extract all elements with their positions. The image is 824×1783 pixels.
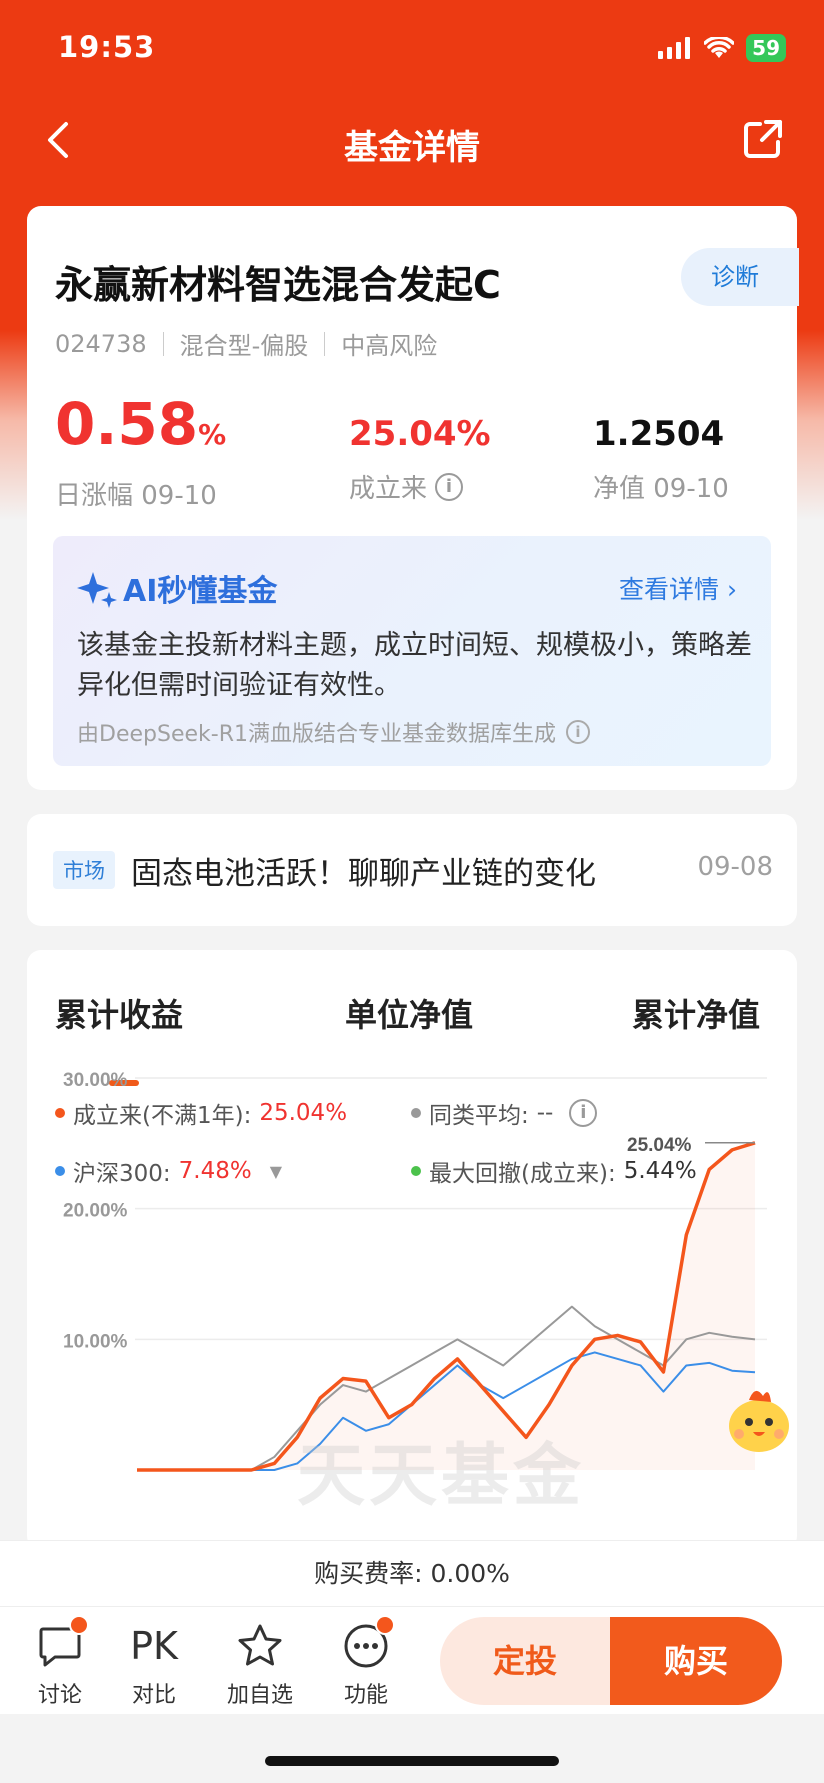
performance-chart-card: 累计收益 单位净值 累计净值 成立来(不满1年): 25.04% 同类平均: -- … bbox=[27, 950, 797, 1550]
daily-change-value: 0.58% bbox=[55, 392, 226, 467]
more-dots-icon bbox=[341, 1615, 395, 1671]
share-icon[interactable] bbox=[740, 116, 786, 162]
y-tick-label: 30.00% bbox=[63, 1070, 128, 1091]
fund-code: 024738 bbox=[55, 329, 147, 358]
news-title: 固态电池活跃！聊聊产业链的变化 bbox=[131, 856, 596, 892]
end-value-label: 25.04% bbox=[627, 1135, 692, 1156]
divider bbox=[324, 331, 326, 356]
star-icon bbox=[235, 1621, 285, 1671]
compare-label: 对比 bbox=[131, 1683, 176, 1708]
mascot-icon[interactable] bbox=[719, 1380, 799, 1460]
ai-more-link[interactable]: 查看详情 › bbox=[619, 570, 737, 606]
fund-name: 永赢新材料智选混合发起C bbox=[55, 263, 501, 307]
chart-labels: 30.00% 20.00% 10.00% 25.04% bbox=[63, 1070, 755, 1352]
nav-value: 1.2504 bbox=[593, 414, 725, 454]
ai-summary-box[interactable]: AI秒懂基金 查看详情 › 该基金主投新材料主题，成立时间短、规模极小，策略差异… bbox=[53, 536, 771, 766]
since-inception-value: 25.04% bbox=[349, 414, 491, 454]
ai-title-row: AI秒懂基金 bbox=[77, 566, 277, 610]
page-title: 基金详情 bbox=[344, 128, 480, 168]
action-buttons: 定投 购买 bbox=[440, 1617, 782, 1705]
sparkle-icon bbox=[77, 572, 117, 608]
nav-bar: 基金详情 bbox=[0, 100, 824, 180]
y-tick-label: 10.00% bbox=[63, 1331, 128, 1352]
ai-more-text: 查看详情 bbox=[619, 575, 720, 604]
tab-cumulative-nav[interactable]: 累计净值 bbox=[632, 990, 760, 1036]
news-date: 09-08 bbox=[697, 852, 773, 882]
add-watchlist-button[interactable]: 加自选 bbox=[220, 1621, 300, 1709]
chart-watermark: 天天基金 bbox=[297, 1437, 586, 1516]
fund-type: 混合型-偏股 bbox=[179, 332, 309, 360]
news-tag: 市场 bbox=[53, 851, 115, 889]
buy-button[interactable]: 购买 bbox=[610, 1617, 782, 1705]
status-bar: 19:53 59 bbox=[0, 0, 824, 100]
fund-summary-card: 永赢新材料智选混合发起C 诊断 024738 混合型-偏股 中高风险 0.58%… bbox=[27, 206, 799, 790]
nav-stat: 1.2504 净值 09-10 bbox=[593, 412, 729, 505]
functions-label: 功能 bbox=[343, 1683, 388, 1708]
compare-button[interactable]: PK 对比 bbox=[114, 1621, 194, 1709]
chevron-right-icon: › bbox=[727, 575, 737, 604]
status-time: 19:53 bbox=[58, 30, 156, 64]
discuss-button[interactable]: 讨论 bbox=[20, 1615, 100, 1709]
notification-badge bbox=[69, 1615, 89, 1635]
since-inception-stat: 25.04% 成立来 i bbox=[349, 412, 491, 505]
info-icon[interactable]: i bbox=[565, 720, 590, 744]
battery-indicator: 59 bbox=[746, 34, 786, 62]
signal-icon bbox=[658, 37, 691, 59]
y-tick-label: 20.00% bbox=[63, 1201, 128, 1222]
fee-label: 购买费率: bbox=[314, 1559, 423, 1588]
status-icons: 59 bbox=[658, 34, 786, 62]
wifi-icon bbox=[704, 37, 735, 58]
ai-title: AI秒懂基金 bbox=[123, 574, 278, 609]
functions-button[interactable]: 功能 bbox=[326, 1615, 406, 1709]
pk-icon: PK bbox=[130, 1624, 178, 1668]
daily-change-label: 日涨幅 09-10 bbox=[55, 481, 217, 511]
ai-source-row: 由DeepSeek-R1满血版结合专业基金数据库生成 i bbox=[77, 716, 590, 748]
daily-change-number: 0.58 bbox=[55, 390, 199, 458]
nav-label: 净值 09-10 bbox=[593, 474, 729, 504]
chart-grid bbox=[135, 1077, 767, 1341]
since-inception-label-row[interactable]: 成立来 i bbox=[349, 468, 491, 505]
info-icon[interactable]: i bbox=[435, 472, 464, 501]
daily-change-stat: 0.58% 日涨幅 09-10 bbox=[55, 392, 226, 512]
chat-bubble-icon bbox=[35, 1615, 89, 1671]
fee-value: 0.00% bbox=[430, 1559, 510, 1588]
divider bbox=[162, 331, 164, 356]
auto-invest-button[interactable]: 定投 bbox=[440, 1617, 610, 1705]
purchase-fee-bar: 购买费率: 0.00% bbox=[0, 1540, 824, 1606]
tab-cumulative-return[interactable]: 累计收益 bbox=[55, 990, 183, 1036]
since-inception-label: 成立来 bbox=[349, 474, 428, 504]
fund-risk: 中高风险 bbox=[341, 332, 438, 360]
bottom-toolbar: 讨论 PK 对比 加自选 功能 定投 购买 bbox=[0, 1606, 824, 1714]
home-indicator bbox=[265, 1756, 559, 1766]
fund-meta: 024738 混合型-偏股 中高风险 bbox=[55, 326, 437, 361]
tab-unit-nav[interactable]: 单位净值 bbox=[345, 990, 473, 1036]
ai-source-text: 由DeepSeek-R1满血版结合专业基金数据库生成 bbox=[77, 722, 556, 747]
daily-change-unit: % bbox=[198, 418, 227, 451]
news-card[interactable]: 市场 固态电池活跃！聊聊产业链的变化 09-08 bbox=[27, 814, 797, 926]
notification-badge bbox=[375, 1615, 395, 1635]
diagnose-button[interactable]: 诊断 bbox=[681, 248, 799, 306]
watch-label: 加自选 bbox=[226, 1683, 293, 1708]
ai-summary-text: 该基金主投新材料主题，成立时间短、规模极小，策略差异化但需时间验证有效性。 bbox=[77, 630, 752, 701]
discuss-label: 讨论 bbox=[37, 1683, 82, 1708]
